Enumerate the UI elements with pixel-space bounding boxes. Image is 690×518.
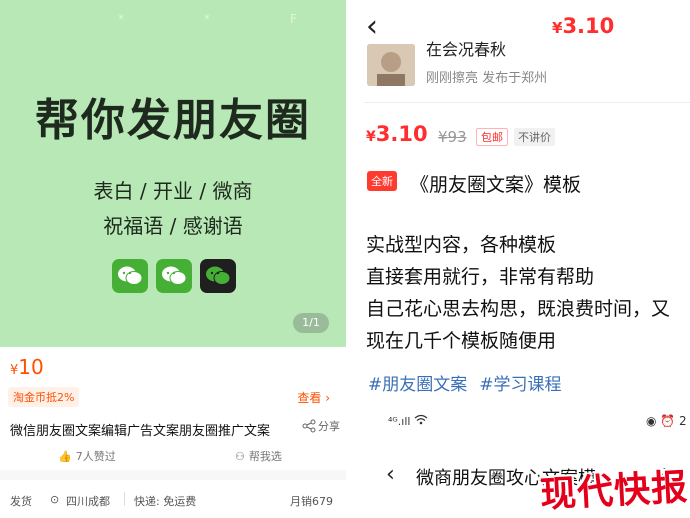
post-title: 《朋友圈文案》模板 — [410, 174, 582, 196]
price-amount: 10 — [18, 355, 44, 379]
wechat-icon — [156, 259, 192, 293]
ship-label: 发货 — [10, 495, 32, 508]
share-button[interactable]: 分享 — [302, 418, 340, 434]
share-icon — [302, 419, 316, 433]
wechat-icon — [200, 259, 236, 293]
divider — [124, 492, 125, 506]
hashtag-link[interactable]: #朋友圈文案 — [368, 370, 467, 395]
product-hero-image[interactable]: * * F 帮你发朋友圈 表白 / 开业 / 微商 祝福语 / 感谢语 1/1 — [0, 0, 346, 347]
price-amount: 3.10 — [562, 14, 615, 38]
help-pick-button[interactable]: ⚇ 帮我选 — [235, 448, 282, 464]
help-pick-label: 帮我选 — [248, 450, 282, 463]
listing-price: ¥3.10 — [366, 122, 428, 146]
hashtag-list: #朋友圈文案 #学习课程 — [368, 370, 562, 395]
currency-symbol: ¥ — [552, 19, 563, 37]
likes-label: 7人赞过 — [75, 450, 116, 463]
original-price: ¥93 — [438, 128, 467, 146]
seller-meta: 刚刚擦亮 发布于郑州 — [426, 71, 548, 86]
no-bargain-tag: 不讲价 — [514, 128, 555, 146]
wifi-icon — [414, 414, 428, 428]
delivery-info: 快递: 免运费 — [134, 495, 197, 508]
wechat-icon-row — [112, 259, 236, 293]
seller-name[interactable]: 在会况春秋 — [426, 36, 506, 60]
location-pin-icon: ⊙ — [50, 493, 60, 506]
ship-location: 四川成都 — [66, 495, 110, 508]
signal-icon: ⁴ᴳ.ıll — [388, 414, 411, 428]
hero-subtitle: 表白 / 开业 / 微商 — [93, 179, 253, 203]
xianyu-listing-panel: ‹ ¥3.10 在会况春秋 刚刚擦亮 发布于郑州 ¥3.10 ¥93 包邮 不讲… — [352, 0, 690, 518]
description-line: 直接套用就行，非常有帮助 — [366, 266, 595, 288]
free-shipping-tag: 包邮 — [476, 128, 508, 146]
item-title: 微信朋友圈文案编辑广告文案朋友圈推广文案 — [10, 424, 271, 439]
phone-status-bar: ⁴ᴳ.ıll — [388, 414, 428, 428]
hero-title: 帮你发朋友圈 — [35, 95, 311, 146]
coin-discount-badge: 淘金币抵2% — [8, 387, 80, 407]
price-section: ¥10 淘金币抵2% 查看 › — [0, 347, 346, 412]
share-label: 分享 — [318, 420, 340, 433]
phone-status-right: ◉ ⏰ 2 — [646, 414, 687, 428]
currency-symbol: ¥ — [366, 129, 376, 145]
image-page-indicator: 1/1 — [293, 313, 329, 333]
new-condition-badge: 全新 — [367, 171, 397, 191]
status-text: F — [290, 12, 297, 26]
watermark-logo: 现代快报 — [539, 466, 690, 516]
back-icon[interactable]: ‹ — [366, 12, 378, 42]
description-line: 自己花心思去构思，既浪费时间，又 — [366, 298, 671, 320]
status-text: * — [118, 12, 124, 26]
likes-button[interactable]: 👍 7人赞过 — [58, 448, 116, 464]
description-line: 现在几千个模板随便用 — [366, 330, 557, 352]
shipping-row: 发货 ⊙ 四川成都 快递: 免运费 月销679 — [0, 480, 346, 518]
monthly-sales: 月销679 — [290, 495, 333, 508]
back-icon[interactable]: ‹ — [386, 462, 395, 487]
thumbs-up-icon: 👍 — [58, 449, 72, 463]
hero-subtitle: 祝福语 / 感谢语 — [103, 214, 243, 238]
status-text: * — [204, 12, 210, 26]
avatar[interactable] — [367, 44, 415, 86]
divider — [364, 102, 690, 103]
hashtag-link[interactable]: #学习课程 — [479, 370, 561, 395]
wechat-icon — [112, 259, 148, 293]
taobao-listing-panel: * * F 帮你发朋友圈 表白 / 开业 / 微商 祝福语 / 感谢语 1/1 … — [0, 0, 346, 518]
description-line: 实战型内容，各种模板 — [366, 234, 557, 256]
people-icon: ⚇ — [235, 449, 245, 463]
price-amount: 3.10 — [375, 122, 428, 146]
price: ¥10 — [10, 355, 44, 379]
header-price: ¥3.10 — [552, 14, 614, 38]
item-title-section: 微信朋友圈文案编辑广告文案朋友圈推广文案 分享 👍 7人赞过 ⚇ 帮我选 — [0, 412, 346, 470]
view-more-link[interactable]: 查看 › — [297, 389, 330, 406]
